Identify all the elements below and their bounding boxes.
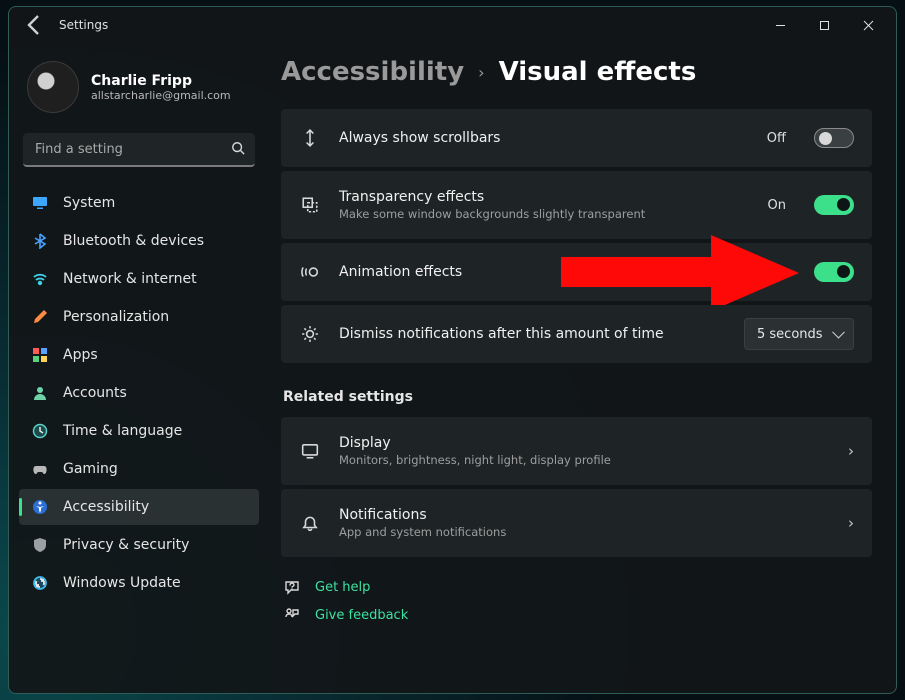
sidebar: Charlie Fripp allstarcharlie@gmail.com S… bbox=[9, 43, 269, 693]
sidebar-item-label: Time & language bbox=[63, 423, 182, 439]
sidebar-item-label: Bluetooth & devices bbox=[63, 233, 204, 249]
related-settings-heading: Related settings bbox=[283, 389, 872, 405]
transparency-icon bbox=[299, 196, 321, 214]
settings-window: Settings Charlie Fripp allstarcharlie@gm… bbox=[8, 6, 897, 694]
setting-dismiss-notifications: Dismiss notifications after this amount … bbox=[281, 305, 872, 363]
link-label: Get help bbox=[315, 580, 370, 595]
person-icon bbox=[31, 384, 49, 402]
gamepad-icon bbox=[31, 460, 49, 478]
breadcrumb: Accessibility › Visual effects bbox=[281, 57, 872, 87]
window-controls bbox=[758, 9, 890, 41]
dropdown-value: 5 seconds bbox=[757, 327, 823, 342]
avatar bbox=[27, 61, 79, 113]
window-title: Settings bbox=[59, 18, 108, 32]
help-links: Get help Give feedback bbox=[281, 579, 872, 623]
sidebar-item-accounts[interactable]: Accounts bbox=[19, 375, 259, 411]
paintbrush-icon bbox=[31, 308, 49, 326]
profile-name: Charlie Fripp bbox=[91, 73, 231, 89]
minimize-button[interactable] bbox=[758, 9, 802, 41]
sidebar-item-system[interactable]: System bbox=[19, 185, 259, 221]
sidebar-item-label: Personalization bbox=[63, 309, 169, 325]
sidebar-item-gaming[interactable]: Gaming bbox=[19, 451, 259, 487]
setting-animation-effects: Animation effects On bbox=[281, 243, 872, 301]
profile-email: allstarcharlie@gmail.com bbox=[91, 89, 231, 102]
sidebar-item-bluetooth[interactable]: Bluetooth & devices bbox=[19, 223, 259, 259]
sidebar-item-update[interactable]: Windows Update bbox=[19, 565, 259, 601]
sidebar-item-label: Apps bbox=[63, 347, 98, 363]
chevron-right-icon: › bbox=[848, 514, 854, 532]
setting-title: Notifications bbox=[339, 507, 830, 523]
related-display[interactable]: Display Monitors, brightness, night ligh… bbox=[281, 417, 872, 485]
setting-title: Display bbox=[339, 435, 830, 451]
setting-title: Always show scrollbars bbox=[339, 130, 749, 146]
animation-icon bbox=[299, 263, 321, 281]
setting-title: Transparency effects bbox=[339, 189, 750, 205]
scrollbars-toggle[interactable] bbox=[814, 128, 854, 148]
sidebar-item-accessibility[interactable]: Accessibility bbox=[19, 489, 259, 525]
back-button[interactable] bbox=[23, 13, 47, 37]
apps-icon bbox=[31, 346, 49, 364]
transparency-toggle[interactable] bbox=[814, 195, 854, 215]
search-box bbox=[23, 133, 255, 167]
monitor-icon bbox=[31, 194, 49, 212]
toggle-state-label: On bbox=[768, 198, 786, 213]
scrollbars-icon bbox=[299, 129, 321, 147]
get-help-link[interactable]: Get help bbox=[281, 579, 872, 595]
setting-desc: Monitors, brightness, night light, displ… bbox=[339, 453, 830, 467]
dismiss-dropdown[interactable]: 5 seconds bbox=[744, 318, 854, 350]
wifi-icon bbox=[31, 270, 49, 288]
related-list: Display Monitors, brightness, night ligh… bbox=[281, 417, 872, 557]
accessibility-icon bbox=[31, 498, 49, 516]
related-notifications[interactable]: Notifications App and system notificatio… bbox=[281, 489, 872, 557]
help-icon bbox=[283, 579, 301, 595]
sidebar-item-label: System bbox=[63, 195, 115, 211]
link-label: Give feedback bbox=[315, 608, 408, 623]
setting-desc: App and system notifications bbox=[339, 525, 830, 539]
settings-list: Always show scrollbars Off Transparency … bbox=[281, 109, 872, 363]
animation-toggle[interactable] bbox=[814, 262, 854, 282]
sidebar-item-personalization[interactable]: Personalization bbox=[19, 299, 259, 335]
profile[interactable]: Charlie Fripp allstarcharlie@gmail.com bbox=[19, 51, 259, 129]
sidebar-item-label: Gaming bbox=[63, 461, 118, 477]
maximize-button[interactable] bbox=[802, 9, 846, 41]
breadcrumb-parent[interactable]: Accessibility bbox=[281, 57, 464, 87]
setting-title: Animation effects bbox=[339, 264, 750, 280]
sidebar-item-label: Privacy & security bbox=[63, 537, 189, 553]
page-title: Visual effects bbox=[499, 57, 697, 87]
setting-always-show-scrollbars: Always show scrollbars Off bbox=[281, 109, 872, 167]
chevron-right-icon: › bbox=[478, 63, 484, 82]
toggle-state-label: On bbox=[768, 265, 786, 280]
sidebar-item-time[interactable]: Time & language bbox=[19, 413, 259, 449]
nav-list: System Bluetooth & devices Network & int… bbox=[19, 185, 259, 601]
setting-title: Dismiss notifications after this amount … bbox=[339, 326, 726, 342]
bluetooth-icon bbox=[31, 232, 49, 250]
chevron-right-icon: › bbox=[848, 442, 854, 460]
sidebar-item-network[interactable]: Network & internet bbox=[19, 261, 259, 297]
sidebar-item-label: Network & internet bbox=[63, 271, 197, 287]
sidebar-item-privacy[interactable]: Privacy & security bbox=[19, 527, 259, 563]
shield-icon bbox=[31, 536, 49, 554]
setting-desc: Make some window backgrounds slightly tr… bbox=[339, 207, 750, 221]
display-icon bbox=[299, 442, 321, 460]
toggle-state-label: Off bbox=[767, 131, 786, 146]
search-input[interactable] bbox=[23, 133, 255, 167]
search-icon bbox=[231, 141, 245, 159]
give-feedback-link[interactable]: Give feedback bbox=[281, 607, 872, 623]
clock-icon bbox=[31, 422, 49, 440]
update-icon bbox=[31, 574, 49, 592]
brightness-icon bbox=[299, 325, 321, 343]
titlebar: Settings bbox=[9, 7, 896, 43]
sidebar-item-label: Accessibility bbox=[63, 499, 149, 515]
feedback-icon bbox=[283, 607, 301, 623]
sidebar-item-apps[interactable]: Apps bbox=[19, 337, 259, 373]
content-area: Accessibility › Visual effects Always sh… bbox=[269, 43, 896, 693]
sidebar-item-label: Accounts bbox=[63, 385, 127, 401]
bell-icon bbox=[299, 514, 321, 532]
setting-transparency-effects: Transparency effects Make some window ba… bbox=[281, 171, 872, 239]
sidebar-item-label: Windows Update bbox=[63, 575, 181, 591]
close-button[interactable] bbox=[846, 9, 890, 41]
